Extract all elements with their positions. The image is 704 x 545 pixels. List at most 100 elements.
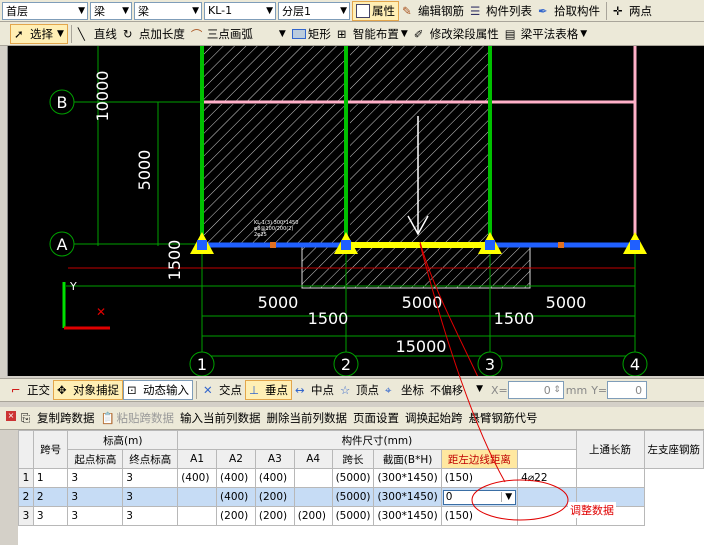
dim-1500-vertical: 1500	[165, 240, 184, 281]
line-button[interactable]: ╲ 直线	[75, 24, 120, 44]
col-a1: A1	[177, 449, 218, 469]
dim-10000: 10000	[93, 71, 112, 122]
swap-span-button[interactable]: 调换起始跨	[402, 408, 466, 428]
intersection-button[interactable]: ✕ 交点	[200, 380, 245, 400]
midpoint-icon: ↔	[295, 383, 305, 397]
properties-icon	[356, 3, 370, 18]
smart-layout-button[interactable]: ⊞ 智能布置 ▼	[334, 24, 411, 44]
spinner-icon: ⇕	[553, 385, 561, 395]
col-end-elev: 终点标高	[122, 449, 179, 469]
chevron-down-icon: ▼	[278, 28, 286, 39]
rectangle-icon	[291, 28, 306, 39]
two-point-button[interactable]: ✛ 两点	[610, 1, 655, 21]
paste-icon: 📋	[100, 411, 115, 425]
input-column-button[interactable]: 输入当前列数据	[177, 408, 264, 428]
col-top-rebar: 上通长筋	[575, 430, 645, 469]
paste-span-button[interactable]: 📋 粘贴跨数据	[98, 408, 178, 428]
dynamic-input-button[interactable]: ⊡ 动态输入	[123, 380, 193, 400]
category-select[interactable]: 梁 ▼	[90, 1, 132, 20]
delete-column-button[interactable]: 删除当前列数据	[264, 408, 351, 428]
table-icon: ▤	[504, 26, 516, 41]
axis-4-label: 4	[630, 355, 640, 374]
layer-select[interactable]: 分层1 ▼	[278, 1, 350, 20]
axis-2-label: 2	[341, 355, 351, 374]
page-setup-button[interactable]: 页面设置	[350, 408, 402, 428]
subcategory-select[interactable]: 梁 ▼	[134, 1, 202, 20]
copy-span-button[interactable]: ⎘ 复制跨数据	[18, 408, 98, 428]
chevron-down-icon: ▼	[266, 5, 273, 16]
chevron-down-icon[interactable]: ▼	[501, 492, 515, 502]
chevron-down-icon: ▼	[400, 28, 408, 39]
smart-layout-icon: ⊞	[336, 26, 347, 41]
x-label: X=	[491, 383, 508, 397]
chevron-down-icon: ▼	[122, 5, 129, 16]
snap-icon: ✥	[57, 383, 67, 397]
svg-text:✕: ✕	[96, 305, 106, 319]
chevron-down-icon: ▼	[192, 5, 199, 16]
beam-note-3: 2φ25	[254, 232, 267, 238]
intersection-icon: ✕	[203, 383, 213, 397]
y-input[interactable]: 0	[607, 381, 648, 399]
divider	[196, 381, 197, 399]
modify-beam-button[interactable]: ✐ 修改梁段属性	[411, 24, 502, 44]
axis-a-label: A	[57, 235, 68, 254]
flat-table-button[interactable]: ▤ 梁平法表格 ▼	[502, 24, 590, 44]
pencil-icon: ✎	[402, 3, 412, 18]
col-a4: A4	[293, 449, 333, 469]
offset-select[interactable]: 不偏移 ▼	[427, 381, 485, 399]
divider	[70, 24, 72, 43]
left-distance-input[interactable]: 0 ▼	[442, 489, 517, 505]
point-length-button[interactable]: ↻ 点加长度	[120, 24, 188, 44]
col-length: 跨长	[331, 449, 375, 469]
vertex-button[interactable]: ☆ 顶点	[337, 380, 382, 400]
coordinate-button[interactable]: ⌖ 坐标	[382, 380, 427, 400]
axis-3-label: 3	[485, 355, 495, 374]
point-length-icon: ↻	[122, 26, 133, 41]
annotation-label: 调整数据	[568, 502, 616, 518]
ortho-icon: ⌐	[11, 383, 21, 397]
corner-cell	[18, 430, 34, 469]
col-size: 构件尺寸(mm)	[177, 430, 577, 450]
col-span: 跨号	[32, 430, 69, 469]
ortho-button[interactable]: ⌐ 正交	[8, 380, 53, 400]
chevron-down-icon: ▼	[476, 384, 483, 394]
close-icon[interactable]: ×	[6, 411, 16, 421]
properties-button[interactable]: 属性	[352, 0, 399, 21]
left-panel-strip	[0, 46, 8, 376]
dynamic-input-icon: ⊡	[127, 383, 137, 397]
pick-member-button[interactable]: ✒ 拾取构件	[535, 1, 603, 21]
member-select[interactable]: KL-1 ▼	[204, 1, 276, 20]
cad-canvas[interactable]: B A 1 2 3 4 10000 5000 1500 5000 5000 50…	[8, 46, 704, 376]
axis-b-label: B	[57, 93, 68, 112]
chevron-down-icon: ▼	[78, 5, 85, 16]
arc-button[interactable]: ⌒ 三点画弧 ▼	[188, 24, 289, 44]
x-input[interactable]: 0 ⇕	[507, 381, 564, 399]
rectangle-button[interactable]: 矩形	[289, 24, 334, 44]
modify-icon: ✐	[413, 26, 424, 41]
col-a3: A3	[254, 449, 295, 469]
perpendicular-icon: ⊥	[249, 383, 260, 397]
dim-5000-c: 5000	[546, 293, 587, 312]
col-left-support: 左支座钢筋	[643, 430, 704, 469]
midpoint-button[interactable]: ↔ 中点	[292, 380, 337, 400]
arc-icon: ⌒	[190, 27, 203, 42]
table-row[interactable]: 1 1 3 3 (400) (400) (400) (5000) (300*14…	[18, 468, 704, 488]
cross-icon: ✛	[613, 3, 623, 18]
edit-rebar-button[interactable]: ✎ 编辑钢筋	[399, 1, 467, 21]
axis-markers	[49, 89, 648, 376]
select-button[interactable]: ➚ 选择 ▼	[10, 23, 68, 44]
perpendicular-button[interactable]: ⊥ 垂点	[245, 380, 292, 400]
member-list-button[interactable]: ☰ 构件列表	[467, 1, 535, 21]
vertex-icon: ☆	[340, 383, 351, 397]
dim-15000: 15000	[396, 337, 447, 356]
line-icon: ╲	[77, 26, 85, 41]
object-snap-button[interactable]: ✥ 对象捕捉	[53, 380, 123, 400]
floor-select[interactable]: 首层 ▼	[2, 1, 88, 20]
chevron-down-icon: ▼	[57, 28, 64, 39]
toolbar-top: 首层 ▼ 梁 ▼ 梁 ▼ KL-1 ▼ 分层1 ▼ 属性 ✎ 编辑钢筋 ☰ 构件列表 ✒ 拾取构…	[0, 0, 704, 22]
slab-1	[204, 46, 344, 101]
cantilever-code-button[interactable]: 悬臂钢筋代号	[466, 408, 541, 428]
toolbar-draw: ➚ 选择 ▼ ╲ 直线 ↻ 点加长度 ⌒ 三点画弧 ▼ 矩形 ⊞ 智能布置 ▼ ✐ 修改梁段属性 …	[0, 22, 704, 46]
list-icon: ☰	[470, 3, 481, 18]
col-section: 截面(B*H)	[373, 449, 442, 469]
